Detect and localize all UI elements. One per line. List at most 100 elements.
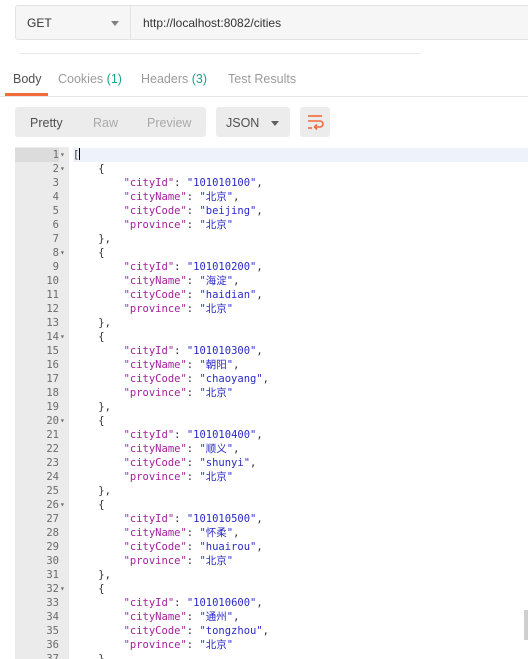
code-line: 10 "cityName": "海淀", [15,274,528,288]
json-string: "顺义" [199,443,234,455]
json-key: "cityId" [123,597,175,609]
method-label: GET [27,16,52,30]
line-number: 19 [46,401,59,413]
json-string: "北京" [199,387,234,399]
response-body-editor[interactable]: 1 ▾[2 ▾ {3 "cityId": "101010100", 4 "cityNa… [15,147,528,659]
line-number: 8 [52,247,59,259]
line-number: 10 [46,275,59,287]
line-number: 15 [46,345,59,357]
code-text: }, [98,653,111,659]
format-label: JSON [226,116,260,130]
wrap-lines-button[interactable] [300,107,330,137]
code-text: "province": "北京" [123,471,234,483]
code-line: 26 ▾ { [15,498,528,512]
json-string: "北京" [199,303,234,315]
code-line: 14 ▾ { [15,330,528,344]
code-text: "cityCode": "shunyi", [123,457,257,469]
code-line: 25 }, [15,484,528,498]
fold-arrow-icon[interactable]: ▾ [60,414,69,428]
code-line: 5 "cityCode": "beijing", [15,204,528,218]
tab-headers[interactable]: Headers (3) [141,72,207,86]
tab-test-results[interactable]: Test Results [228,72,296,86]
view-raw-button[interactable]: Raw [93,116,118,130]
code-text: { [98,415,105,427]
code-text: "cityName": "海淀", [123,275,240,287]
line-number: 33 [46,597,59,609]
code-line: 18 "province": "北京" [15,386,528,400]
code-line: 7 }, [15,232,528,246]
code-line: 19 }, [15,400,528,414]
fold-arrow-icon[interactable]: ▾ [60,162,69,176]
code-text: "cityId": "101010400", [123,429,263,441]
code-line: 24 "province": "北京" [15,470,528,484]
format-select[interactable]: JSON [216,107,290,137]
line-number: 36 [46,639,59,651]
code-line: 9 "cityId": "101010200", [15,260,528,274]
json-key: "province" [123,471,187,483]
code-line: 12 "province": "北京" [15,302,528,316]
code-text: "cityName": "怀柔", [123,527,240,539]
line-number: 25 [46,485,59,497]
json-string: "101010400" [186,429,257,441]
request-bar: GET http://localhost:8082/cities [0,0,528,46]
code-text: }, [98,569,111,581]
tab-cookies[interactable]: Cookies (1) [58,72,122,86]
line-number: 34 [46,611,59,623]
line-number: 11 [46,289,59,301]
tab-label: Cookies [58,72,104,86]
method-select[interactable]: GET [15,5,130,40]
scrollbar[interactable] [524,610,528,640]
json-string: "101010600" [186,597,257,609]
json-key: "cityName" [123,275,187,287]
view-preview-button[interactable]: Preview [147,116,191,130]
tab-body[interactable]: Body [13,72,42,86]
json-key: "cityCode" [123,625,187,637]
json-string: "101010100" [186,177,257,189]
code-line: 20 ▾ { [15,414,528,428]
code-text: "province": "北京" [123,639,234,651]
line-number: 12 [46,303,59,315]
fold-arrow-icon[interactable]: ▾ [60,330,69,344]
code-line: 8 ▾ { [15,246,528,260]
url-input[interactable]: http://localhost:8082/cities [130,5,528,40]
fold-arrow-icon[interactable]: ▾ [60,148,69,162]
code-text: }, [98,317,111,329]
code-line: 16 "cityName": "朝阳", [15,358,528,372]
view-pretty-button[interactable]: Pretty [30,116,63,130]
json-key: "cityId" [123,429,175,441]
json-key: "cityId" [123,345,175,357]
line-number: 3 [52,177,59,189]
code-text: "cityName": "北京", [123,191,240,203]
fold-arrow-icon[interactable]: ▾ [60,498,69,512]
line-number: 28 [46,527,59,539]
fold-arrow-icon[interactable]: ▾ [60,246,69,260]
json-string: "北京" [199,639,234,651]
json-key: "province" [123,303,187,315]
code-line: 2 ▾ { [15,162,528,176]
code-line: 36 "province": "北京" [15,638,528,652]
code-text: "cityName": "通州", [123,611,240,623]
tab-label: Body [13,72,42,86]
code-text: "province": "北京" [123,303,234,315]
code-line: 6 "province": "北京" [15,218,528,232]
code-line: 30 "province": "北京" [15,554,528,568]
code-line: 37 }, [15,652,528,659]
json-string: "通州" [199,611,234,623]
code-text: "cityName": "顺义", [123,443,240,455]
code-line: 33 "cityId": "101010600", [15,596,528,610]
fold-arrow-icon[interactable]: ▾ [60,582,69,596]
code-text: [ [73,148,528,162]
code-line: 35 "cityCode": "tongzhou", [15,624,528,638]
code-text: "cityName": "朝阳", [123,359,240,371]
code-line: 21 "cityId": "101010400", [15,428,528,442]
json-key: "cityCode" [123,541,187,553]
code-line: 22 "cityName": "顺义", [15,442,528,456]
code-text: "cityCode": "beijing", [123,205,263,217]
line-number: 2 [52,163,59,175]
code-line: 15 "cityId": "101010300", [15,344,528,358]
json-key: "cityName" [123,527,187,539]
code-text: "cityId": "101010300", [123,345,263,357]
code-line: 31 }, [15,568,528,582]
code-text: { [98,163,105,175]
json-string: "北京" [199,555,234,567]
